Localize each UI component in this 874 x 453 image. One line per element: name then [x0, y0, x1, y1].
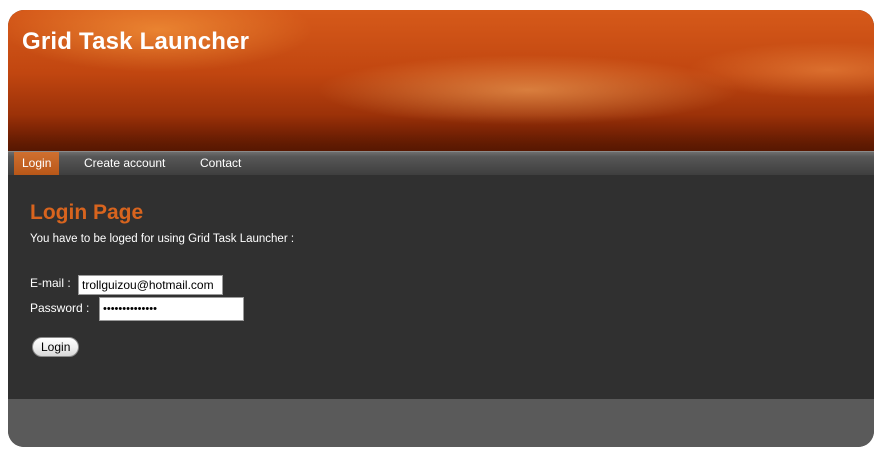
- nav-item-contact[interactable]: Contact: [192, 152, 249, 175]
- email-label: E-mail :: [30, 276, 71, 290]
- nav-bar: Login Create account Contact: [8, 151, 874, 176]
- page-title: Login Page: [30, 201, 144, 224]
- footer: [8, 399, 874, 447]
- login-content: Login Page You have to be loged for usin…: [8, 175, 874, 399]
- page-frame: Grid Task Launcher Login Create account …: [8, 10, 874, 447]
- intro-text: You have to be loged for using Grid Task…: [30, 233, 295, 245]
- nav-item-login[interactable]: Login: [14, 152, 60, 175]
- login-button[interactable]: Login: [32, 337, 80, 357]
- password-field[interactable]: [99, 297, 244, 321]
- header-banner: Grid Task Launcher: [8, 10, 874, 151]
- password-label: Password :: [30, 301, 90, 315]
- email-field[interactable]: [78, 275, 223, 295]
- nav-item-create-account[interactable]: Create account: [76, 152, 173, 175]
- app-title: Grid Task Launcher: [22, 28, 250, 55]
